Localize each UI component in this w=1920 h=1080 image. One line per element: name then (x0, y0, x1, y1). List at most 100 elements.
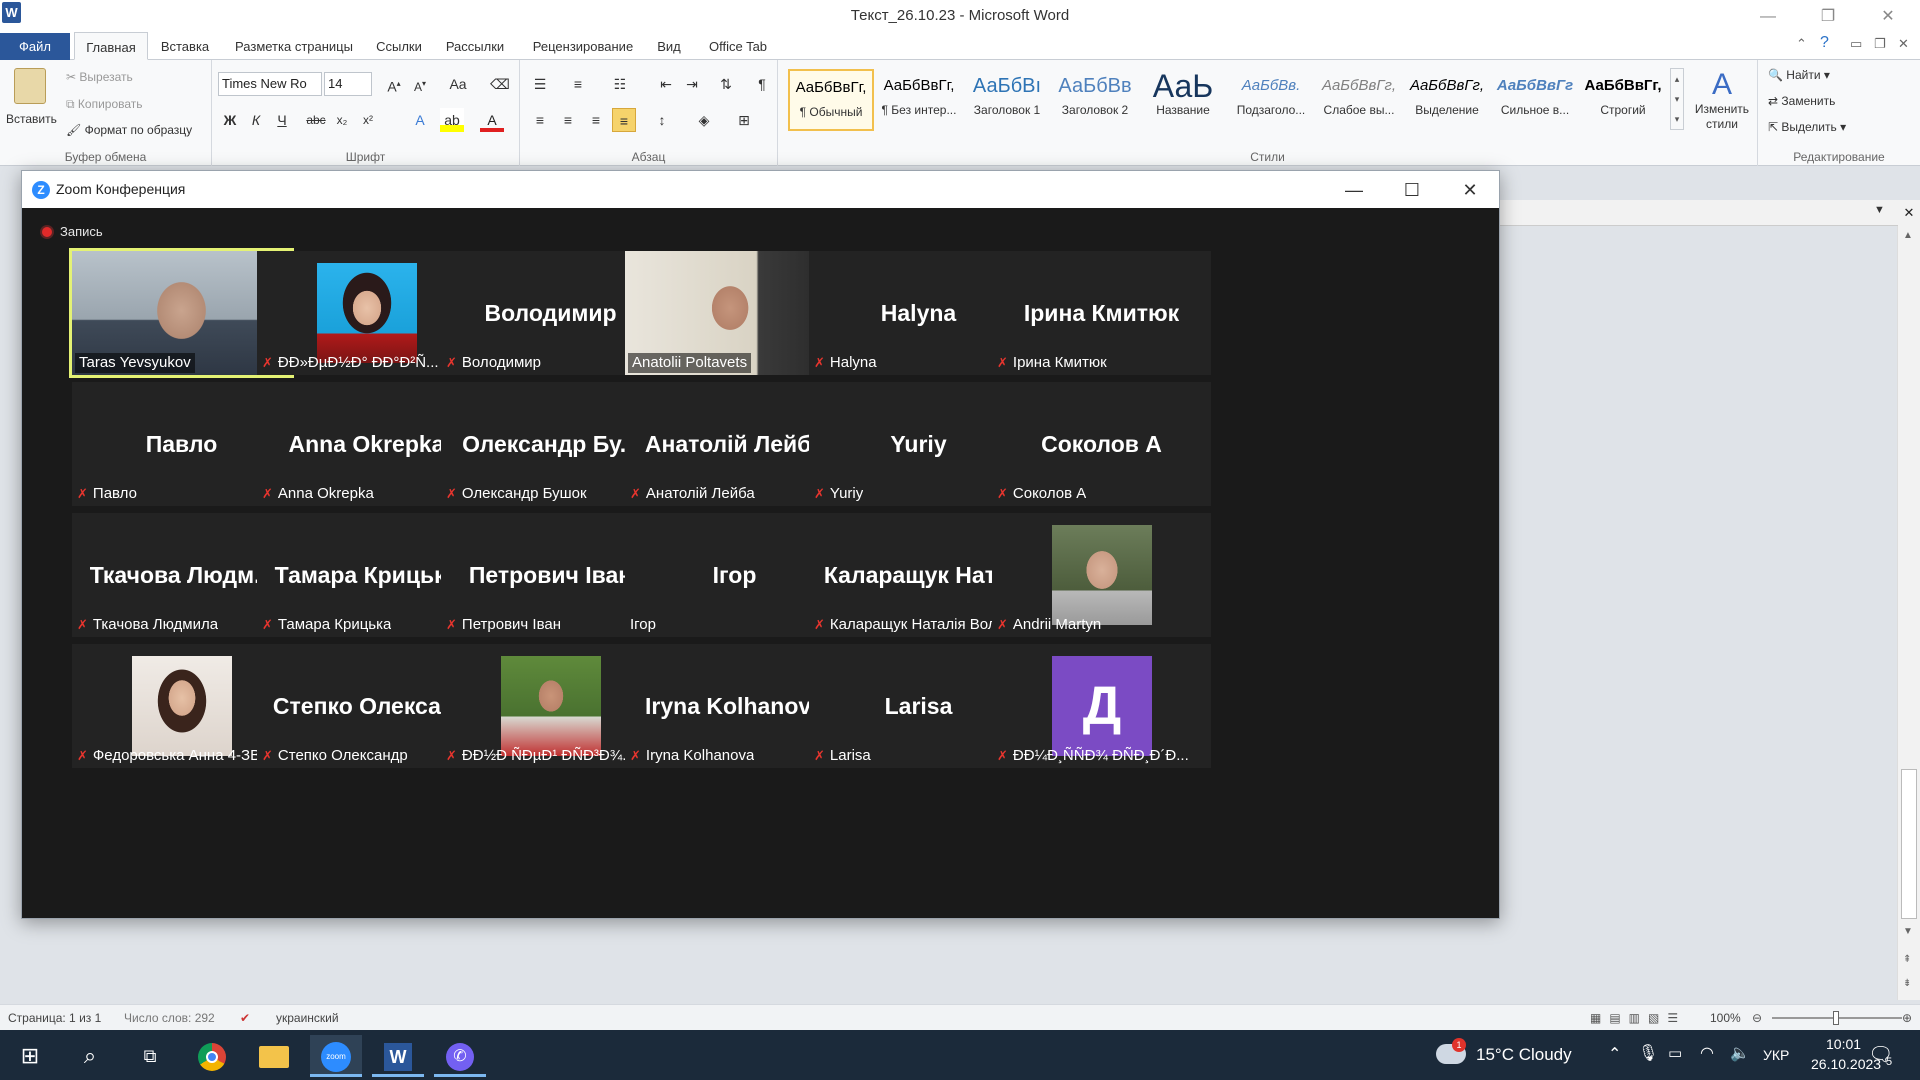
tab-home[interactable]: Главная (74, 32, 148, 60)
change-case-icon[interactable]: Aa (446, 72, 470, 96)
file-explorer-icon[interactable] (248, 1035, 300, 1077)
font-name-select[interactable]: Times New Ro (218, 72, 322, 96)
ribbon-collapse-icon[interactable]: ⌃ (1796, 36, 1807, 52)
paste-icon[interactable] (14, 68, 46, 104)
multilevel-list-icon[interactable]: ☷ (608, 72, 632, 96)
align-center-icon[interactable]: ≡ (556, 108, 580, 132)
style-item[interactable]: АаБбВв Заголовок 2 (1052, 69, 1138, 131)
tray-chevron-icon[interactable]: ⌃ (1608, 1044, 1621, 1064)
tab-view[interactable]: Вид (652, 32, 686, 60)
line-spacing-icon[interactable]: ↕ (650, 108, 674, 132)
prev-page-icon[interactable]: ⇞ (1903, 954, 1911, 965)
word-minimize-button[interactable]: — (1748, 4, 1788, 30)
doc-tab-close-icon[interactable]: ✕ (1898, 200, 1920, 226)
justify-icon[interactable]: ≡ (612, 108, 636, 132)
participant-tile[interactable]: Ірина Кмитюк ✗ Ірина Кмитюк (992, 251, 1211, 375)
shading-icon[interactable]: ◈ (692, 108, 716, 132)
style-item[interactable]: АаБбВвГг, Строгий (1580, 69, 1666, 131)
sort-icon[interactable]: ⇅ (714, 72, 738, 96)
next-page-icon[interactable]: ⇟ (1903, 978, 1911, 989)
tab-references[interactable]: Ссылки (372, 32, 426, 60)
style-item[interactable]: АаБбВвГг, ¶ Без интер... (876, 69, 962, 131)
style-item[interactable]: АаЬ Название (1140, 69, 1226, 131)
tab-mailings[interactable]: Рассылки (440, 32, 510, 60)
text-effects-icon[interactable]: A (408, 108, 432, 132)
borders-icon[interactable]: ⊞ (732, 108, 756, 132)
show-marks-icon[interactable]: ¶ (750, 72, 774, 96)
cut-button[interactable]: ✂ Вырезать (66, 70, 133, 84)
doc-close-icon[interactable]: ✕ (1898, 36, 1909, 52)
word-taskbar-icon[interactable]: W (372, 1035, 424, 1077)
align-left-icon[interactable]: ≡ (528, 108, 552, 132)
microphone-icon[interactable]: 🎙 (1638, 1043, 1658, 1063)
word-close-button[interactable]: ✕ (1868, 4, 1908, 30)
help-icon[interactable]: ? (1820, 34, 1829, 52)
zoom-level[interactable]: 100% (1710, 1011, 1741, 1025)
shrink-font-icon[interactable]: A▾ (408, 72, 432, 96)
change-styles-button[interactable]: A Изменить стили (1690, 68, 1754, 132)
style-item[interactable]: АаБбВвГг Сильное в... (1492, 69, 1578, 131)
chrome-icon[interactable] (186, 1035, 238, 1077)
doc-minimize-icon[interactable]: ▭ (1850, 36, 1862, 52)
view-buttons[interactable]: ▦▤▥▧☰ (1590, 1011, 1686, 1025)
style-item[interactable]: АаБбВвГг, Выделение (1404, 69, 1490, 131)
style-item[interactable]: АаБбВı Заголовок 1 (964, 69, 1050, 131)
decrease-indent-icon[interactable]: ⇤ (654, 72, 678, 96)
start-icon[interactable]: ⊞ (4, 1035, 56, 1077)
numbering-icon[interactable]: ≡ (566, 72, 590, 96)
underline-icon[interactable]: Ч (270, 108, 294, 132)
tab-page-layout[interactable]: Разметка страницы (226, 32, 362, 60)
word-restore-button[interactable]: ❐ (1808, 4, 1848, 30)
zoom-in-icon[interactable]: ⊕ (1902, 1011, 1912, 1025)
tab-review[interactable]: Рецензирование (524, 32, 642, 60)
select-button[interactable]: ⇱ Выделить ▾ (1768, 120, 1846, 134)
spellcheck-icon[interactable]: ✔ (240, 1011, 250, 1025)
find-button[interactable]: 🔍 Найти ▾ (1768, 68, 1830, 82)
increase-indent-icon[interactable]: ⇥ (680, 72, 704, 96)
page-count[interactable]: Страница: 1 из 1 (8, 1011, 101, 1025)
zoom-minimize-button[interactable]: — (1328, 175, 1380, 205)
participant-tile[interactable]: Д ✗ ÐÐ¼Ð¸ÑÑÐ¾ ÐÑÐ¸Ð´Ð... (992, 644, 1211, 768)
scroll-down-icon[interactable]: ▼ (1903, 926, 1913, 937)
style-item[interactable]: АаБбВвГг, ¶ Обычный (788, 69, 874, 131)
style-item[interactable]: АаБбВвГг, Слабое вы... (1316, 69, 1402, 131)
copy-button[interactable]: ⧉ Копировать (66, 97, 143, 112)
font-color-icon[interactable]: A (480, 108, 504, 132)
participant-tile[interactable]: ✗ Andrii Martyn (992, 513, 1211, 637)
search-icon[interactable]: ⌕ (64, 1035, 116, 1077)
word-count[interactable]: Число слов: 292 (124, 1011, 215, 1025)
bullets-icon[interactable]: ☰ (528, 72, 552, 96)
volume-icon[interactable]: 🔈 (1730, 1043, 1750, 1063)
replace-button[interactable]: ⇄ Заменить (1768, 94, 1835, 108)
tab-file[interactable]: Файл (0, 33, 70, 60)
language-status[interactable]: украинский (276, 1011, 339, 1025)
task-view-icon[interactable]: ⧉ (124, 1035, 176, 1077)
scroll-thumb[interactable] (1901, 769, 1917, 919)
recording-indicator[interactable]: Запись (40, 224, 103, 239)
zoom-taskbar-icon[interactable]: zoom (310, 1035, 362, 1077)
zoom-close-button[interactable]: ✕ (1444, 175, 1496, 205)
word-vertical-scrollbar[interactable]: ▲ ▼ ⇞ ⇟ (1897, 226, 1920, 1000)
clock-time[interactable]: 10:01 (1826, 1036, 1861, 1052)
weather-text[interactable]: 15°C Cloudy (1476, 1045, 1572, 1065)
italic-icon[interactable]: К (244, 108, 268, 132)
strikethrough-icon[interactable]: abc (304, 108, 328, 132)
superscript-icon[interactable]: x² (356, 108, 380, 132)
zoom-maximize-button[interactable]: ☐ (1386, 175, 1438, 205)
style-item[interactable]: АаБбВв. Подзаголо... (1228, 69, 1314, 131)
tab-insert[interactable]: Вставка (154, 32, 216, 60)
viber-icon[interactable]: ✆ (434, 1035, 486, 1077)
bold-icon[interactable]: Ж (218, 108, 242, 132)
styles-scroll[interactable]: ▴ ▾ ▾ (1670, 68, 1684, 130)
zoom-slider[interactable] (1772, 1011, 1902, 1025)
paste-button[interactable]: Вставить (6, 112, 57, 126)
tab-office-tab[interactable]: Office Tab (700, 32, 776, 60)
doc-restore-icon[interactable]: ❐ (1874, 36, 1886, 52)
wifi-icon[interactable]: ◠ (1700, 1043, 1714, 1063)
participant-tile[interactable]: Соколов А ✗ Соколов А (992, 382, 1211, 506)
highlight-icon[interactable]: ab (440, 108, 464, 132)
subscript-icon[interactable]: x₂ (330, 108, 354, 132)
input-language[interactable]: УКР (1763, 1047, 1789, 1063)
align-right-icon[interactable]: ≡ (584, 108, 608, 132)
zoom-slider-thumb[interactable] (1833, 1011, 1839, 1025)
